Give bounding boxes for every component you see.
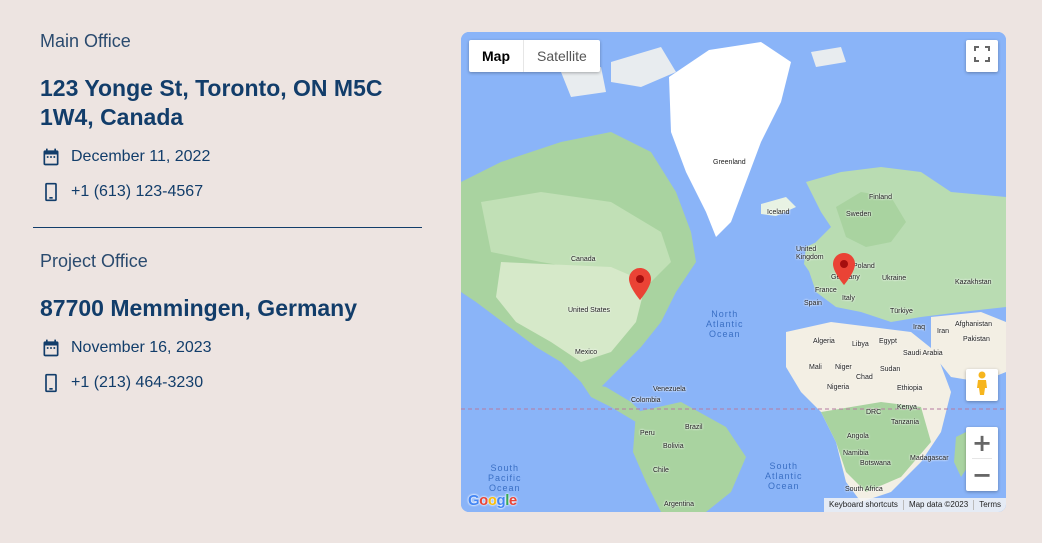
map-label-egypt: Egypt [879,338,897,345]
map-label-poland: Poland [853,263,875,270]
map-label-libya: Libya [852,341,869,348]
map-label-madagascar: Madagascar [910,455,949,462]
map-label-ethiopia: Ethiopia [897,385,923,392]
zoom-in-button[interactable]: + [966,427,998,458]
map-label-finland: Finland [869,194,892,201]
office-phone-row: +1 (213) 464-3230 [40,371,422,395]
map-label-nigeria: Nigeria [827,384,850,391]
map-label-iraq: Iraq [913,324,926,331]
map-label-mali: Mali [809,364,822,371]
map-label-chad: Chad [856,374,873,381]
map-label-brazil: Brazil [685,424,703,431]
calendar-icon [40,337,62,359]
map-label-sweden: Sweden [846,211,872,218]
office-date: November 16, 2023 [71,339,212,356]
map-label-sudan: Sudan [880,366,901,373]
zoom-control: + − [966,427,998,491]
map-attribution: Keyboard shortcuts Map data ©2023 Terms [824,498,1006,512]
map-type-map-button[interactable]: Map [469,40,524,72]
map-label-greenland: Greenland [713,159,746,166]
offices-list: Main Office 123 Yonge St, Toronto, ON M5… [33,30,422,395]
map-label-iran: Iran [937,328,950,335]
map-label-uk: United Kingdom [796,246,824,261]
map-label-usa: United States [568,307,611,314]
map-label-venezuela: Venezuela [653,386,686,393]
zoom-out-button[interactable]: − [966,459,998,490]
map-label-turkiye: Türkiye [890,308,913,315]
office-main: Main Office 123 Yonge St, Toronto, ON M5… [33,30,422,204]
map-label-afghanistan: Afghanistan [955,321,992,328]
map-canvas[interactable] [461,32,1006,512]
office-label: Project Office [40,251,148,271]
pegman-icon [975,371,989,400]
map-label-kenya: Kenya [897,404,917,411]
google-logo[interactable]: Google [468,492,517,509]
office-project: Project Office 87700 Memmingen, Germany … [33,250,422,395]
page: Main Office 123 Yonge St, Toronto, ON M5… [0,0,1042,543]
ocean-label-south-atlantic: South Atlantic Ocean [765,461,803,491]
office-date-row: November 16, 2023 [40,336,422,360]
map-label-botswana: Botswana [860,460,891,467]
map-label-namibia: Namibia [843,450,869,457]
ocean-label-south-pacific: South Pacific Ocean [488,463,522,493]
map-label-mexico: Mexico [575,349,598,356]
map-label-france: France [815,287,837,294]
map-label-drc: DRC [866,409,882,416]
smartphone-icon [40,181,62,203]
map-marker-toronto[interactable] [629,268,651,300]
map-label-peru: Peru [640,430,655,437]
map-label-iceland: Iceland [767,209,790,216]
map-label-algeria: Algeria [813,338,835,345]
map-label-bolivia: Bolivia [663,443,684,450]
fullscreen-icon [974,45,990,67]
office-label: Main Office [40,31,131,51]
street-view-button[interactable] [966,369,998,401]
map-label-italy: Italy [842,295,855,302]
office-address: 123 Yonge St, Toronto, ON M5C 1W4, Canad… [40,75,383,130]
map-label-colombia: Colombia [631,397,661,404]
map-marker-memmingen[interactable] [833,253,855,285]
fullscreen-button[interactable] [966,40,998,72]
divider [33,227,422,228]
ocean-label-north-atlantic: North Atlantic Ocean [706,309,744,339]
map-label-niger: Niger [835,364,852,371]
office-phone[interactable]: +1 (613) 123-4567 [71,183,203,201]
keyboard-shortcuts-link[interactable]: Keyboard shortcuts [824,500,903,510]
map-label-tanzania: Tanzania [891,419,920,426]
map-label-angola: Angola [847,433,869,440]
office-phone-row: +1 (613) 123-4567 [40,180,422,204]
map-data-text: Map data ©2023 [902,500,973,510]
office-date-row: December 11, 2022 [40,145,422,169]
map-label-ukraine: Ukraine [882,275,907,282]
smartphone-icon [40,372,62,394]
office-address: 87700 Memmingen, Germany [40,295,358,321]
office-phone[interactable]: +1 (213) 464-3230 [71,374,203,392]
terms-link[interactable]: Terms [973,500,1006,510]
map-label-spain: Spain [804,300,822,307]
map-label-pakistan: Pakistan [963,336,990,343]
map-label-south-africa: South Africa [845,486,883,493]
map-label-argentina: Argentina [664,501,694,508]
map-type-satellite-button[interactable]: Satellite [524,40,600,72]
map-label-chile: Chile [653,467,669,474]
office-date: December 11, 2022 [71,148,211,165]
map-label-saudi: Saudi Arabia [903,350,943,357]
calendar-icon [40,146,62,168]
map-type-control: Map Satellite [469,40,600,72]
google-map[interactable]: Greenland Iceland Finland Sweden United … [461,32,1006,512]
map-label-canada: Canada [571,256,596,263]
map-label-kazakhstan: Kazakhstan [955,279,992,286]
